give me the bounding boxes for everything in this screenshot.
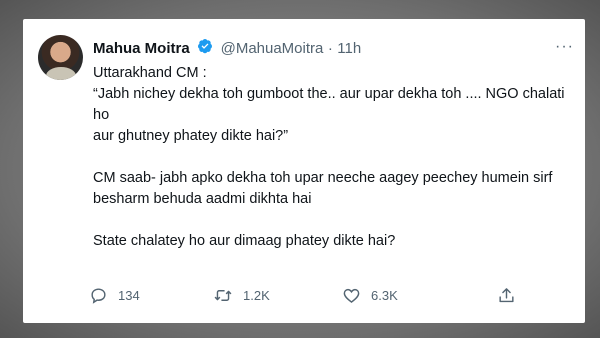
tweet-header: Mahua Moitra @MahuaMoitra · 11h xyxy=(93,38,361,58)
share-button[interactable] xyxy=(497,283,516,307)
retweet-button[interactable]: 1.2K xyxy=(213,283,270,307)
author-handle[interactable]: @MahuaMoitra xyxy=(221,40,324,57)
tweet-line: aur ghutney phatey dikte hai?” xyxy=(93,128,289,144)
like-icon xyxy=(343,288,360,303)
author-name[interactable]: Mahua Moitra xyxy=(93,40,190,57)
reply-icon xyxy=(91,287,106,304)
tweet-actions: 134 1.2K 6.3K xyxy=(89,283,559,307)
like-button[interactable]: 6.3K xyxy=(342,283,398,307)
avatar[interactable] xyxy=(38,35,83,80)
retweet-count: 1.2K xyxy=(243,287,270,303)
share-icon xyxy=(499,287,514,302)
reply-button[interactable]: 134 xyxy=(89,283,140,307)
like-count: 6.3K xyxy=(371,287,398,303)
tweet-line: State chalatey ho aur dimaag phatey dikt… xyxy=(93,233,396,249)
more-icon[interactable]: ··· xyxy=(555,39,575,55)
tweet-line: CM saab- jabh apko dekha toh upar neeche… xyxy=(93,170,553,186)
tweet-card[interactable]: Mahua Moitra @MahuaMoitra · 11h ··· Utta… xyxy=(23,19,585,323)
tweet-text: Uttarakhand CM : “Jabh nichey dekha toh … xyxy=(93,63,573,252)
reply-count: 134 xyxy=(118,287,140,303)
tweet-line: besharm behuda aadmi dikhta hai xyxy=(93,191,312,207)
retweet-icon xyxy=(214,289,232,301)
separator-dot: · xyxy=(327,40,333,57)
tweet-line: Uttarakhand CM : xyxy=(93,65,207,81)
tweet-line: “Jabh nichey dekha toh gumboot the.. aur… xyxy=(93,86,565,123)
verified-badge-icon xyxy=(197,38,213,59)
tweet-time[interactable]: 11h xyxy=(337,40,361,57)
